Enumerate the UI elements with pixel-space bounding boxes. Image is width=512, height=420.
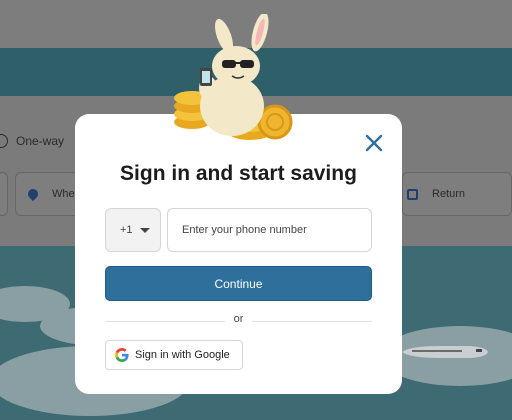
google-sign-in-label: Sign in with Google xyxy=(135,349,230,361)
airplane-illustration xyxy=(402,346,488,358)
google-sign-in-button[interactable]: Sign in with Google xyxy=(105,340,243,370)
one-way-label: One-way xyxy=(16,134,65,148)
bunny-mascot-illustration xyxy=(174,14,293,140)
google-logo-icon xyxy=(115,348,129,362)
location-pin-icon xyxy=(25,186,41,202)
close-icon[interactable] xyxy=(363,132,385,154)
country-code-select[interactable]: +1 xyxy=(105,208,161,252)
phone-number-input[interactable] xyxy=(167,208,372,252)
sign-in-modal: Sign in and start saving +1 Continue or … xyxy=(75,114,402,394)
calendar-icon xyxy=(407,189,418,200)
chevron-down-icon xyxy=(140,228,150,233)
return-date-field: Return xyxy=(402,172,512,216)
origin-field xyxy=(0,172,8,216)
divider-right xyxy=(252,321,372,322)
country-code-value: +1 xyxy=(120,224,133,236)
or-divider-text: or xyxy=(233,313,244,325)
modal-title: Sign in and start saving xyxy=(120,162,357,185)
continue-button[interactable]: Continue xyxy=(105,266,372,301)
